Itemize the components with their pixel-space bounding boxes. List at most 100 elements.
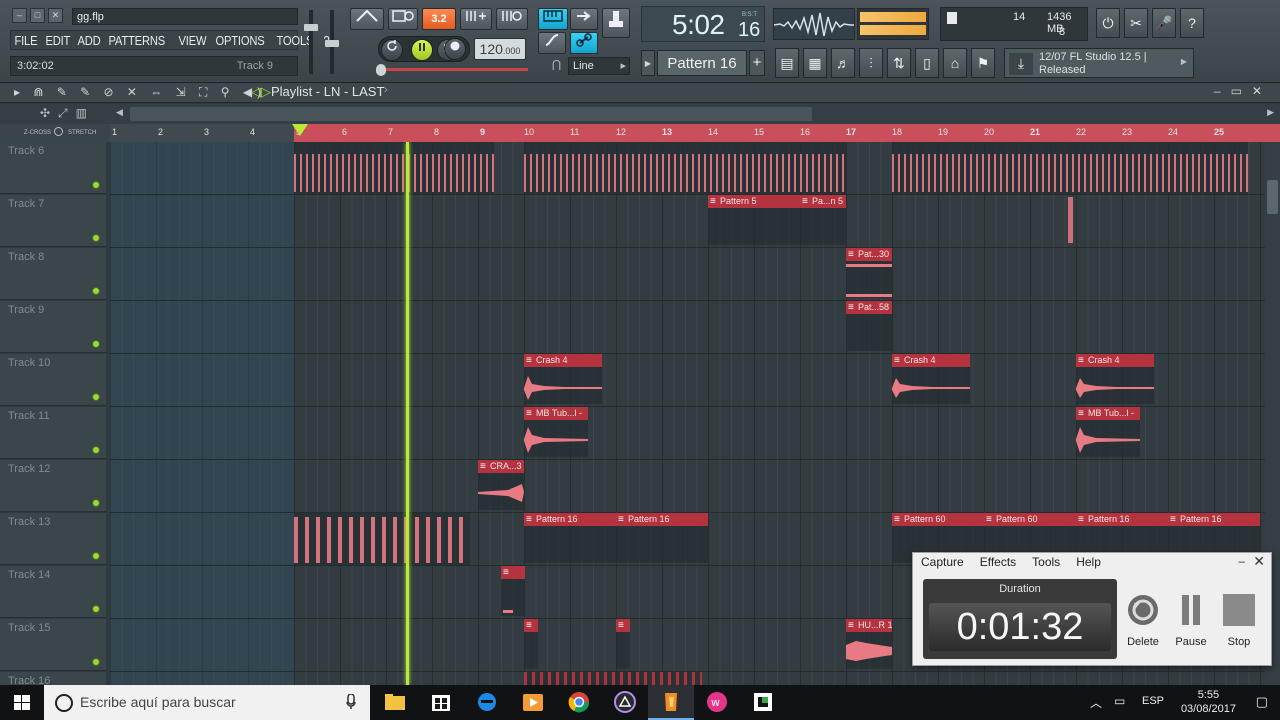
playhead-line[interactable] xyxy=(406,142,409,685)
pattern-clip[interactable]: Pattern 16 xyxy=(524,513,616,563)
plugin-button[interactable]: ⌂ xyxy=(943,48,967,78)
track-mute-led[interactable] xyxy=(92,287,100,295)
crossfade-label[interactable]: Z-CROSS xyxy=(24,130,51,136)
pattern-clip[interactable]: Pat...30 xyxy=(846,248,892,298)
song-position-bar[interactable] xyxy=(378,68,528,71)
language-indicator[interactable]: ESP xyxy=(1142,695,1164,707)
help-button[interactable]: ? xyxy=(1180,8,1204,38)
pattern-clip[interactable] xyxy=(294,513,470,565)
track-header[interactable]: Track 10 xyxy=(0,354,106,406)
recorder-menu-effects[interactable]: Effects xyxy=(972,553,1024,573)
chevron-up-icon[interactable]: ︿ xyxy=(1090,694,1102,711)
recorder-minimize-button[interactable]: – xyxy=(1238,554,1245,568)
track-mute-led[interactable] xyxy=(92,340,100,348)
browser-button[interactable]: ▯ xyxy=(915,48,939,78)
recorder-stop-button[interactable]: Stop xyxy=(1215,593,1263,648)
step-edit-button[interactable] xyxy=(460,8,492,30)
audio-clip[interactable]: Crash 4 xyxy=(1076,354,1154,404)
master-pitch-slider[interactable] xyxy=(325,10,339,74)
pattern-clip[interactable] xyxy=(294,142,494,194)
pattern-name[interactable]: Pattern 16 xyxy=(657,50,747,76)
taskbar-store[interactable] xyxy=(418,685,464,720)
step-forward-button[interactable] xyxy=(570,8,598,30)
audio-clip[interactable]: Crash 4 xyxy=(892,354,970,404)
pattern-clip[interactable] xyxy=(616,619,630,669)
pattern-prev-arrow[interactable]: ▶ xyxy=(641,50,655,76)
network-icon[interactable]: ▭ xyxy=(1114,694,1125,708)
chevron-right-icon[interactable]: ▶ xyxy=(1267,107,1274,118)
track-mute-led[interactable] xyxy=(92,234,100,242)
audio-clip[interactable]: HU...R 1 xyxy=(846,619,892,669)
pattern-clip[interactable] xyxy=(501,566,525,616)
taskbar-edge[interactable] xyxy=(464,685,510,720)
playlist-window-controls[interactable]: –▭✕ xyxy=(1214,84,1272,98)
pattern-clip[interactable] xyxy=(524,672,702,685)
taskbar-chrome[interactable] xyxy=(556,685,602,720)
track-header[interactable]: Track 11 xyxy=(0,407,106,459)
mixer-button[interactable]: ⫶ xyxy=(859,48,883,78)
taskbar-app-triangle[interactable] xyxy=(602,685,648,720)
reset-button[interactable]: ⏻ xyxy=(1096,8,1120,38)
track-header[interactable]: Track 12 xyxy=(0,460,106,512)
menu-edit[interactable]: EDIT xyxy=(42,31,74,49)
slider-knob[interactable] xyxy=(304,24,318,31)
add-pattern-button[interactable]: + xyxy=(749,50,765,76)
recorder-pause-button[interactable]: Pause xyxy=(1167,593,1215,648)
recorder-close-button[interactable]: ✕ xyxy=(1253,553,1265,570)
recorder-menu-capture[interactable]: Capture xyxy=(913,553,972,573)
snap-link-button[interactable] xyxy=(570,32,598,54)
playhead-marker[interactable] xyxy=(292,124,308,136)
taskbar-media-player[interactable] xyxy=(510,685,556,720)
track-mute-led[interactable] xyxy=(92,446,100,454)
audio-clip[interactable]: MB Tub...l - xyxy=(1076,407,1140,457)
channel-rack-button[interactable]: ▦ xyxy=(803,48,827,78)
track-header[interactable]: Track 14 xyxy=(0,566,106,618)
taskbar-search[interactable]: Escribe aquí para buscar xyxy=(44,685,370,720)
record-button[interactable] xyxy=(444,38,466,60)
track-header[interactable]: Track 9 xyxy=(0,301,106,353)
wait-input-button[interactable] xyxy=(388,8,418,30)
track-header[interactable]: Track 6 xyxy=(0,142,106,194)
track-mute-led[interactable] xyxy=(92,393,100,401)
recorder-menu-help[interactable]: Help xyxy=(1068,553,1109,573)
track-mute-led[interactable] xyxy=(92,605,100,613)
track-header[interactable]: Track 13 xyxy=(0,513,106,565)
minimize-button[interactable]: – xyxy=(12,8,27,23)
audio-clip[interactable]: CRA...3 xyxy=(478,460,524,510)
blend-notes-button[interactable] xyxy=(538,32,566,54)
track-mute-led[interactable] xyxy=(92,658,100,666)
song-position-knob[interactable] xyxy=(376,64,386,76)
pattern-selector[interactable]: ▶ Pattern 16 + xyxy=(641,50,765,76)
microphone-button[interactable]: 🎤 xyxy=(1152,8,1176,38)
playlist-tools[interactable]: ▸ ⋒ ✎ ✎ ⊘ ✕ ⇔ ⇲ ⛶ ⚲ ◀) xyxy=(14,85,266,100)
time-display[interactable]: 5:02 B:S:T 16 xyxy=(641,6,765,42)
stretch-label[interactable]: STRETCH xyxy=(68,130,96,136)
undo-history-button[interactable] xyxy=(602,8,630,38)
pattern-clip[interactable]: Pa...n 5 xyxy=(800,195,846,245)
track-mute-led[interactable] xyxy=(92,181,100,189)
pattern-clip[interactable]: Pattern 5 xyxy=(708,195,800,245)
crossfade-toggle[interactable] xyxy=(54,127,63,136)
tempo-display[interactable]: 120.000 xyxy=(474,38,526,60)
stretch-tools[interactable]: ✣⤢▥ xyxy=(40,106,95,121)
menu-patterns[interactable]: PATTERNS xyxy=(105,31,168,49)
pattern-clip[interactable] xyxy=(1068,197,1073,243)
menu-add[interactable]: ADD xyxy=(74,31,104,49)
taskbar-file-explorer[interactable] xyxy=(372,685,418,720)
news-panel[interactable]: ⤓ 12/07 FL Studio 12.5 | Released ▶ xyxy=(1004,48,1194,78)
recorder-delete-button[interactable]: Delete xyxy=(1119,593,1167,648)
playlist-view-button[interactable]: ▤ xyxy=(775,48,799,78)
typing-keyboard-button[interactable] xyxy=(538,8,568,30)
play-pause-button[interactable] xyxy=(411,39,433,61)
taskbar-camtasia[interactable] xyxy=(740,685,786,720)
pattern-clip[interactable]: Pat...58 xyxy=(846,301,892,351)
system-clock[interactable]: 5:55 03/08/2017 xyxy=(1181,688,1236,716)
master-volume-slider[interactable] xyxy=(304,10,318,74)
timeline-ruler[interactable]: 1 2 3 4 5 6 7 8 9 10 11 12 13 14 15 16 1… xyxy=(110,124,1280,142)
tools-button[interactable]: ✂ xyxy=(1124,8,1148,38)
pattern-clip[interactable] xyxy=(524,619,538,669)
scrollbar-thumb[interactable] xyxy=(1267,180,1278,214)
pattern-clip[interactable] xyxy=(524,142,846,194)
taskbar-recorder-app[interactable]: w xyxy=(694,685,740,720)
pattern-song-toggle[interactable]: 3.2 xyxy=(422,8,456,30)
